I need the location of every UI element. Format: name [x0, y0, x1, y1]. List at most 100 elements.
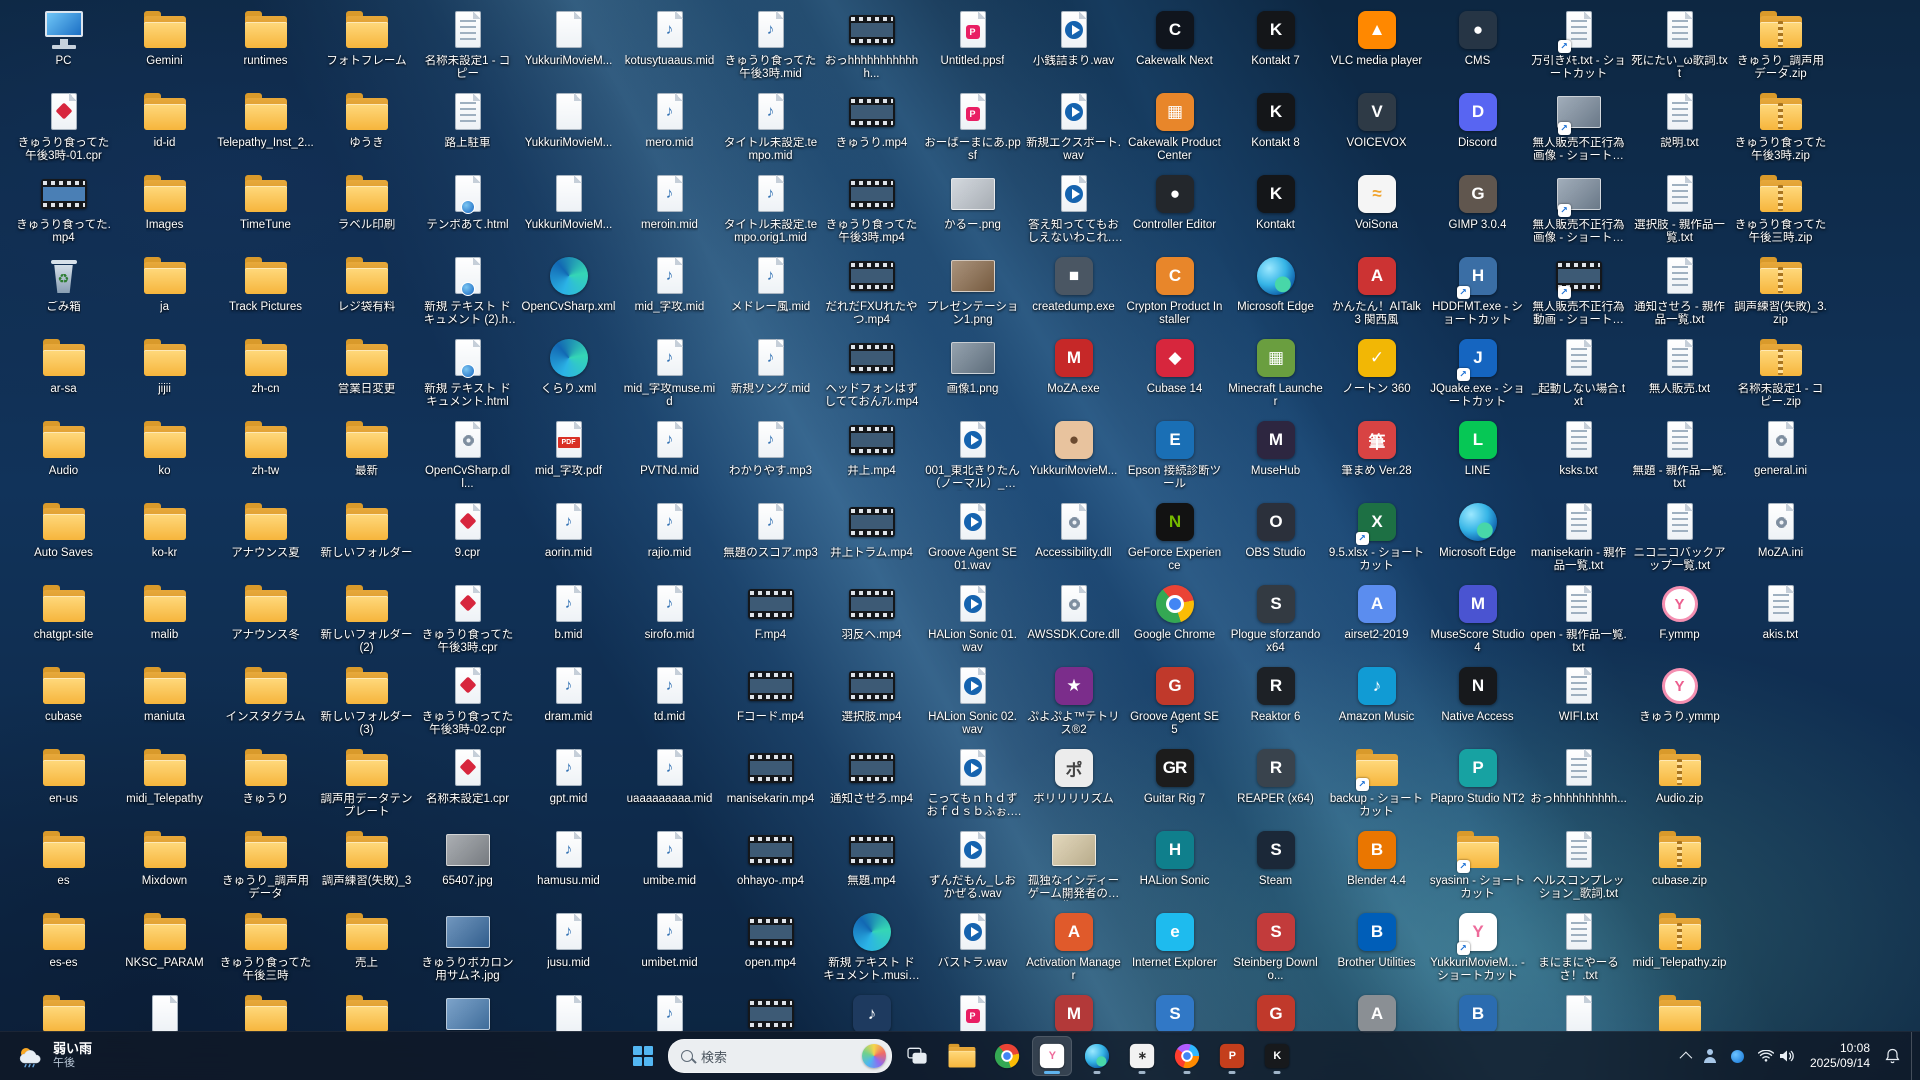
clock[interactable]: 10:08 2025/09/14 [1802, 1036, 1878, 1076]
desktop-icon[interactable]: S Plogue sforzando x64 [1225, 580, 1326, 662]
desktop-icon[interactable]: ja [114, 252, 215, 334]
desktop-icon[interactable]: Y ↗ YukkuriMovieM... - ショートカット [1427, 908, 1528, 990]
desktop-icon[interactable]: manisekarin - 親作品一覧.txt [1528, 498, 1629, 580]
desktop-icon[interactable]: Telepathy_Inst_2... [215, 88, 316, 170]
desktop-icon[interactable]: es-es [13, 908, 114, 990]
tray-hidden-app-1[interactable] [1696, 1036, 1724, 1076]
desktop-icon[interactable]: きゅうり_調声用データ.zip [1730, 6, 1831, 88]
desktop-icon[interactable]: きゅうり食ってた午後3時-02.cpr [417, 662, 518, 744]
desktop-icon[interactable]: ♪ jusu.mid [518, 908, 619, 990]
desktop-icon[interactable]: H ↗ HDDFMT.exe - ショートカット [1427, 252, 1528, 334]
desktop-icon[interactable]: 65407.jpg [417, 826, 518, 908]
desktop-icon[interactable]: ● Controller Editor [1124, 170, 1225, 252]
desktop-icon[interactable]: akis.txt [1730, 580, 1831, 662]
desktop-icon[interactable]: K Kontakt [1225, 170, 1326, 252]
tray-hidden-app-2[interactable] [1724, 1036, 1751, 1076]
desktop-icon[interactable]: ♪ 無題のスコア.mp3 [720, 498, 821, 580]
desktop-icon[interactable]: ゆうき [316, 88, 417, 170]
desktop-icon[interactable]: ♪ mero.mid [619, 88, 720, 170]
desktop-icon[interactable]: 9.cpr [417, 498, 518, 580]
desktop-icon[interactable]: F.mp4 [720, 580, 821, 662]
desktop-icon[interactable]: ko [114, 416, 215, 498]
desktop-icon[interactable]: ▦ Minecraft Launcher [1225, 334, 1326, 416]
quick-settings-button[interactable] [1751, 1036, 1802, 1076]
desktop-icon[interactable]: K Kontakt 8 [1225, 88, 1326, 170]
desktop-icon[interactable]: テンポあて.html [417, 170, 518, 252]
desktop-icon[interactable]: PC [13, 6, 114, 88]
desktop-icon[interactable]: Fコード.mp4 [720, 662, 821, 744]
desktop-icon[interactable]: ヘッドフォンはずしてておんｱﾚ.mp4 [821, 334, 922, 416]
desktop-icon[interactable]: きゅうり食ってた午後3時.mp4 [821, 170, 922, 252]
desktop-icon[interactable]: chatgpt-site [13, 580, 114, 662]
desktop-icon[interactable]: D Discord [1427, 88, 1528, 170]
desktop-icon[interactable]: 新規 テキスト ドキュメント.musicxml [821, 908, 922, 990]
desktop-icon[interactable]: ♪ gpt.mid [518, 744, 619, 826]
desktop-icon[interactable]: 001_東北きりたん（ノーマル）_今しゃ... [922, 416, 1023, 498]
desktop-icon[interactable]: maniuta [114, 662, 215, 744]
desktop-icon[interactable]: K Kontakt 7 [1225, 6, 1326, 88]
desktop-icon[interactable]: manisekarin.mp4 [720, 744, 821, 826]
desktop-icon[interactable]: ↗ 無人販売不正行為画像 - ショートカット [1528, 170, 1629, 252]
desktop-icon[interactable]: ko-kr [114, 498, 215, 580]
desktop-icon[interactable]: ♪ b.mid [518, 580, 619, 662]
desktop-icon[interactable]: ♪ PVTNd.mid [619, 416, 720, 498]
desktop-icon[interactable]: X ↗ 9.5.xlsx - ショートカット [1326, 498, 1427, 580]
desktop-icon[interactable]: ■ createdump.exe [1023, 252, 1124, 334]
desktop-icon[interactable]: S Steinberg Downlo... [1225, 908, 1326, 990]
desktop-icon[interactable]: 死にたい_ω歌詞.txt [1629, 6, 1730, 88]
desktop-icon[interactable]: e Internet Explorer [1124, 908, 1225, 990]
desktop-icon[interactable]: ♪ メドレー風.mid [720, 252, 821, 334]
desktop-icon[interactable]: Microsoft Edge [1427, 498, 1528, 580]
desktop-icon[interactable]: きゅうり食ってた午後三時 [215, 908, 316, 990]
taskbar-app-file-explorer[interactable] [942, 1036, 982, 1076]
desktop-icon[interactable]: H HALion Sonic [1124, 826, 1225, 908]
desktop-icon[interactable]: 説明.txt [1629, 88, 1730, 170]
desktop-icon[interactable]: NKSC_PARAM [114, 908, 215, 990]
show-desktop-button[interactable] [1911, 1032, 1918, 1080]
desktop-icon[interactable]: ✓ ノートン 360 [1326, 334, 1427, 416]
desktop-icon[interactable]: YukkuriMovieM... [518, 88, 619, 170]
search-box[interactable]: 検索 [668, 1039, 892, 1073]
desktop-icon[interactable]: Auto Saves [13, 498, 114, 580]
desktop-icon[interactable]: ずんだもん_しおかぜる.wav [922, 826, 1023, 908]
desktop-icon[interactable]: アナウンス冬 [215, 580, 316, 662]
taskbar-app-google-chrome[interactable] [987, 1036, 1027, 1076]
desktop-icon[interactable]: ♪ dram.mid [518, 662, 619, 744]
desktop-icon[interactable]: 新しいフォルダー (3) [316, 662, 417, 744]
desktop-icon[interactable]: YukkuriMovieM... [518, 6, 619, 88]
desktop-icon[interactable]: きゅうりポカロン用サムネ.jpg [417, 908, 518, 990]
desktop-icon[interactable]: きゅうり食ってた午後三時.zip [1730, 170, 1831, 252]
desktop-icon[interactable]: Aairset2-2019 [1326, 580, 1427, 662]
desktop-icon[interactable]: ♪ meroin.mid [619, 170, 720, 252]
taskbar-app-task-view[interactable] [897, 1036, 937, 1076]
desktop-icon[interactable]: V VOICEVOX [1326, 88, 1427, 170]
desktop-icon[interactable]: 新規エクスポート.wav [1023, 88, 1124, 170]
desktop-icon[interactable]: R REAPER (x64) [1225, 744, 1326, 826]
desktop-icon[interactable]: こってもｎｈｄずおｆｄｓｂふぉ.wav [922, 744, 1023, 826]
desktop-icon[interactable]: ♪ タイトル未設定.tempo.mid [720, 88, 821, 170]
desktop-icon[interactable]: es [13, 826, 114, 908]
desktop-icon[interactable]: 新しいフォルダー (2) [316, 580, 417, 662]
desktop-icon[interactable]: 小銭詰まり.wav [1023, 6, 1124, 88]
desktop-icon[interactable]: 答え知っててもおしえないわこれ.wav [1023, 170, 1124, 252]
desktop-icon[interactable]: 筆筆まめ Ver.28 [1326, 416, 1427, 498]
desktop-icon[interactable]: ♪ きゅうり食ってた午後3時.mid [720, 6, 821, 88]
desktop-icon[interactable]: A かんたん！AITalk 3 関西風 [1326, 252, 1427, 334]
desktop-icon[interactable]: C Cakewalk Next [1124, 6, 1225, 88]
desktop-icon[interactable]: general.ini [1730, 416, 1831, 498]
desktop-icon[interactable]: インスタグラム [215, 662, 316, 744]
desktop-icon[interactable]: まにまにやーるさ！.txt [1528, 908, 1629, 990]
desktop-icon[interactable]: ♪ umibe.mid [619, 826, 720, 908]
desktop-icon[interactable]: GR Guitar Rig 7 [1124, 744, 1225, 826]
desktop-icon[interactable]: ksks.txt [1528, 416, 1629, 498]
desktop-icon[interactable]: jijii [114, 334, 215, 416]
desktop-icon[interactable]: HALion Sonic 01.wav [922, 580, 1023, 662]
desktop-icon[interactable]: きゅうり_調声用データ [215, 826, 316, 908]
desktop-icon[interactable]: 無題 - 親作品一覧.txt [1629, 416, 1730, 498]
desktop-icon[interactable]: フォトフレーム [316, 6, 417, 88]
desktop-icon[interactable]: ★ ぷよぷよ™テトリス®2 [1023, 662, 1124, 744]
desktop-icon[interactable]: G GIMP 3.0.4 [1427, 170, 1528, 252]
desktop-icon[interactable]: 営業日変更 [316, 334, 417, 416]
desktop-icon[interactable]: 新しいフォルダー [316, 498, 417, 580]
desktop-icon[interactable]: 名称未設定1 - コピー.zip [1730, 334, 1831, 416]
